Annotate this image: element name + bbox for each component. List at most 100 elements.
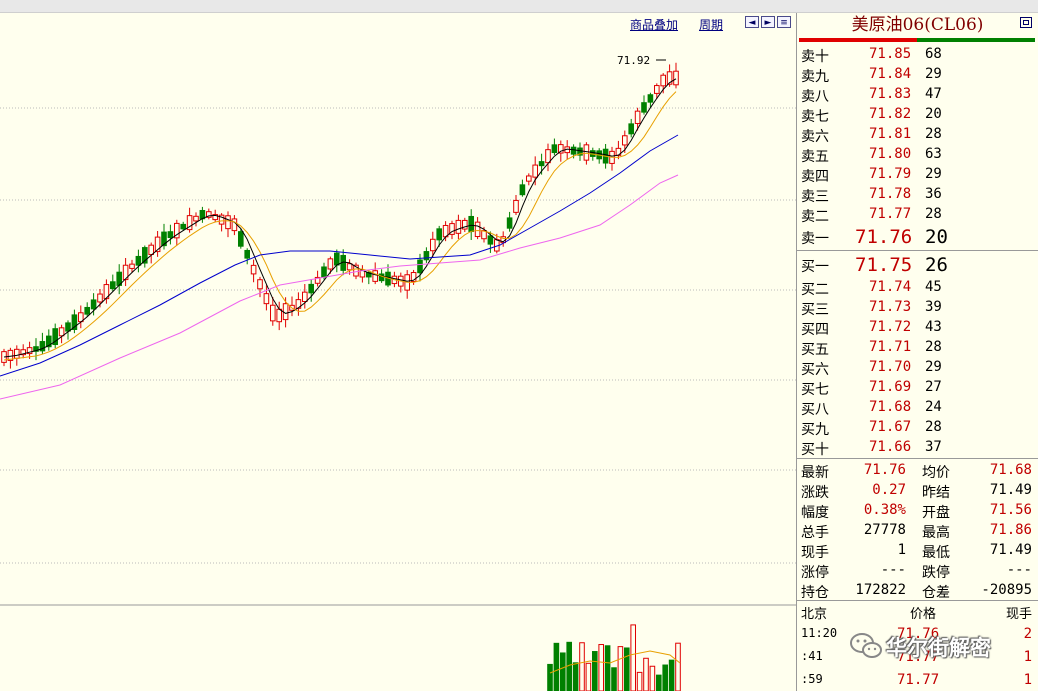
stat-value: 71.76 (863, 462, 906, 478)
candle-body (346, 263, 353, 271)
volume-bar (649, 665, 656, 691)
quote-panel: 美原油06(CL06) 卖十 71.85 68 卖九 71.84 29 卖八 71.83 47 卖… (796, 13, 1038, 691)
buy-side-bar (917, 38, 1035, 42)
bid-row: 买二 71.74 45 (797, 277, 1038, 298)
ask-price: 71.82 (869, 106, 912, 122)
candle-body (647, 94, 654, 103)
tick-time: 11:20 (801, 626, 838, 640)
volume-bar (579, 642, 585, 691)
stat-label: 幅度 (801, 505, 829, 521)
bid-volume: 27 (925, 379, 942, 395)
candlestick-chart[interactable]: 71.92 (0, 33, 796, 691)
overlay-commodity-link[interactable]: 商品叠加 (630, 16, 678, 33)
candle-body (97, 293, 103, 303)
tick-volume: 2 (1023, 626, 1032, 642)
candle-body (148, 244, 154, 255)
candle-body (167, 231, 174, 239)
bid-volume: 28 (925, 339, 942, 355)
stat-row: 现手 1 最低 71.49 (797, 540, 1038, 561)
candle-body (193, 215, 199, 222)
volume-bar (592, 651, 598, 691)
candle-body (58, 327, 65, 337)
tick-row: :59 71.77 1 (797, 670, 1038, 690)
stat-value: 172822 (855, 582, 906, 598)
candle-body (487, 235, 494, 245)
ask-level-label: 卖十 (801, 49, 829, 65)
candle-body (660, 74, 667, 87)
bid-price: 71.72 (869, 319, 912, 335)
volume-bar (611, 667, 617, 691)
volume-bar (656, 674, 662, 691)
stat-label: 涨跌 (801, 485, 829, 501)
candle-body (270, 304, 276, 322)
ask-price: 71.83 (869, 86, 912, 102)
ask-level-label: 卖九 (801, 69, 829, 85)
candle-body (417, 259, 423, 274)
stat-value: 71.56 (989, 502, 1032, 518)
ask-row: 卖六 71.81 28 (797, 124, 1038, 145)
candle-body (14, 348, 20, 359)
ma60-line (0, 174, 679, 400)
candle-body (321, 266, 327, 278)
ask-row: 卖七 71.82 20 (797, 104, 1038, 125)
candle-body (84, 306, 91, 315)
bid-level-label: 买十 (801, 442, 829, 458)
chart-toolbar: 商品叠加 周期 ◄ ► ≡ (0, 13, 796, 33)
scroll-right-button[interactable]: ► (761, 16, 775, 28)
stat-value: 27778 (863, 522, 906, 538)
watermark-text: 华尔街解密 (886, 636, 991, 660)
candle-body (327, 258, 334, 270)
ask-price: 71.80 (869, 146, 912, 162)
bid-level-label: 买二 (801, 282, 829, 298)
candle-body (180, 223, 186, 230)
bid-level-label: 买七 (801, 382, 829, 398)
stat-label: 现手 (801, 545, 829, 561)
bid-volume: 28 (925, 419, 942, 435)
volume-bar (547, 663, 553, 691)
candle-body (257, 279, 263, 290)
tick-price: 71.77 (897, 672, 940, 688)
candle-body (65, 322, 71, 332)
bid-volume: 24 (925, 399, 942, 415)
stat-label: 持仓 (801, 585, 829, 601)
volume-bar (636, 671, 643, 691)
scroll-left-button[interactable]: ◄ (745, 16, 759, 28)
ask-row: 卖十 71.85 68 (797, 44, 1038, 65)
bid-price: 71.70 (869, 359, 912, 375)
candle-body (641, 102, 647, 113)
ticks-header: 北京 价格 现手 (797, 601, 1038, 622)
ask-volume: 68 (925, 46, 942, 62)
volume-bar (572, 662, 579, 691)
candle-body (244, 249, 250, 259)
stat-row: 涨跌 0.27 昨结 71.49 (797, 480, 1038, 501)
ask-level-label: 卖八 (801, 89, 829, 105)
candle-body (250, 264, 257, 275)
ask-row: 卖九 71.84 29 (797, 64, 1038, 85)
bid-level-label: 买六 (801, 362, 829, 378)
bid-row: 买六 71.70 29 (797, 357, 1038, 378)
bid-volume: 39 (925, 299, 942, 315)
bid-volume: 43 (925, 319, 942, 335)
period-link[interactable]: 周期 (699, 16, 723, 33)
tick-volume: 1 (1023, 672, 1032, 688)
candle-body (282, 303, 289, 321)
bid-price: 71.68 (869, 399, 912, 415)
volume-bar (668, 659, 675, 691)
candle-body (628, 123, 635, 135)
stat-label: 最高 (922, 525, 950, 541)
kline-chart-area[interactable]: 商品叠加 周期 ◄ ► ≡ 71.92 (0, 13, 796, 691)
ticks-vol-header: 现手 (1005, 607, 1032, 622)
stat-row: 持仓 172822 仓差 -20895 (797, 580, 1038, 601)
maximize-icon[interactable] (1020, 17, 1032, 28)
stat-value: 71.86 (989, 522, 1032, 538)
volume-bar (617, 646, 624, 691)
ask-level-label: 卖五 (801, 149, 829, 165)
volume-bar (662, 664, 669, 691)
bid-volume: 26 (925, 254, 948, 276)
bid-row: 买一 71.75 26 (797, 254, 1038, 276)
ask-price: 71.76 (855, 226, 913, 248)
candle-body (231, 218, 238, 232)
candle-body (302, 291, 308, 302)
candle-body (378, 273, 385, 282)
list-view-button[interactable]: ≡ (777, 16, 791, 28)
